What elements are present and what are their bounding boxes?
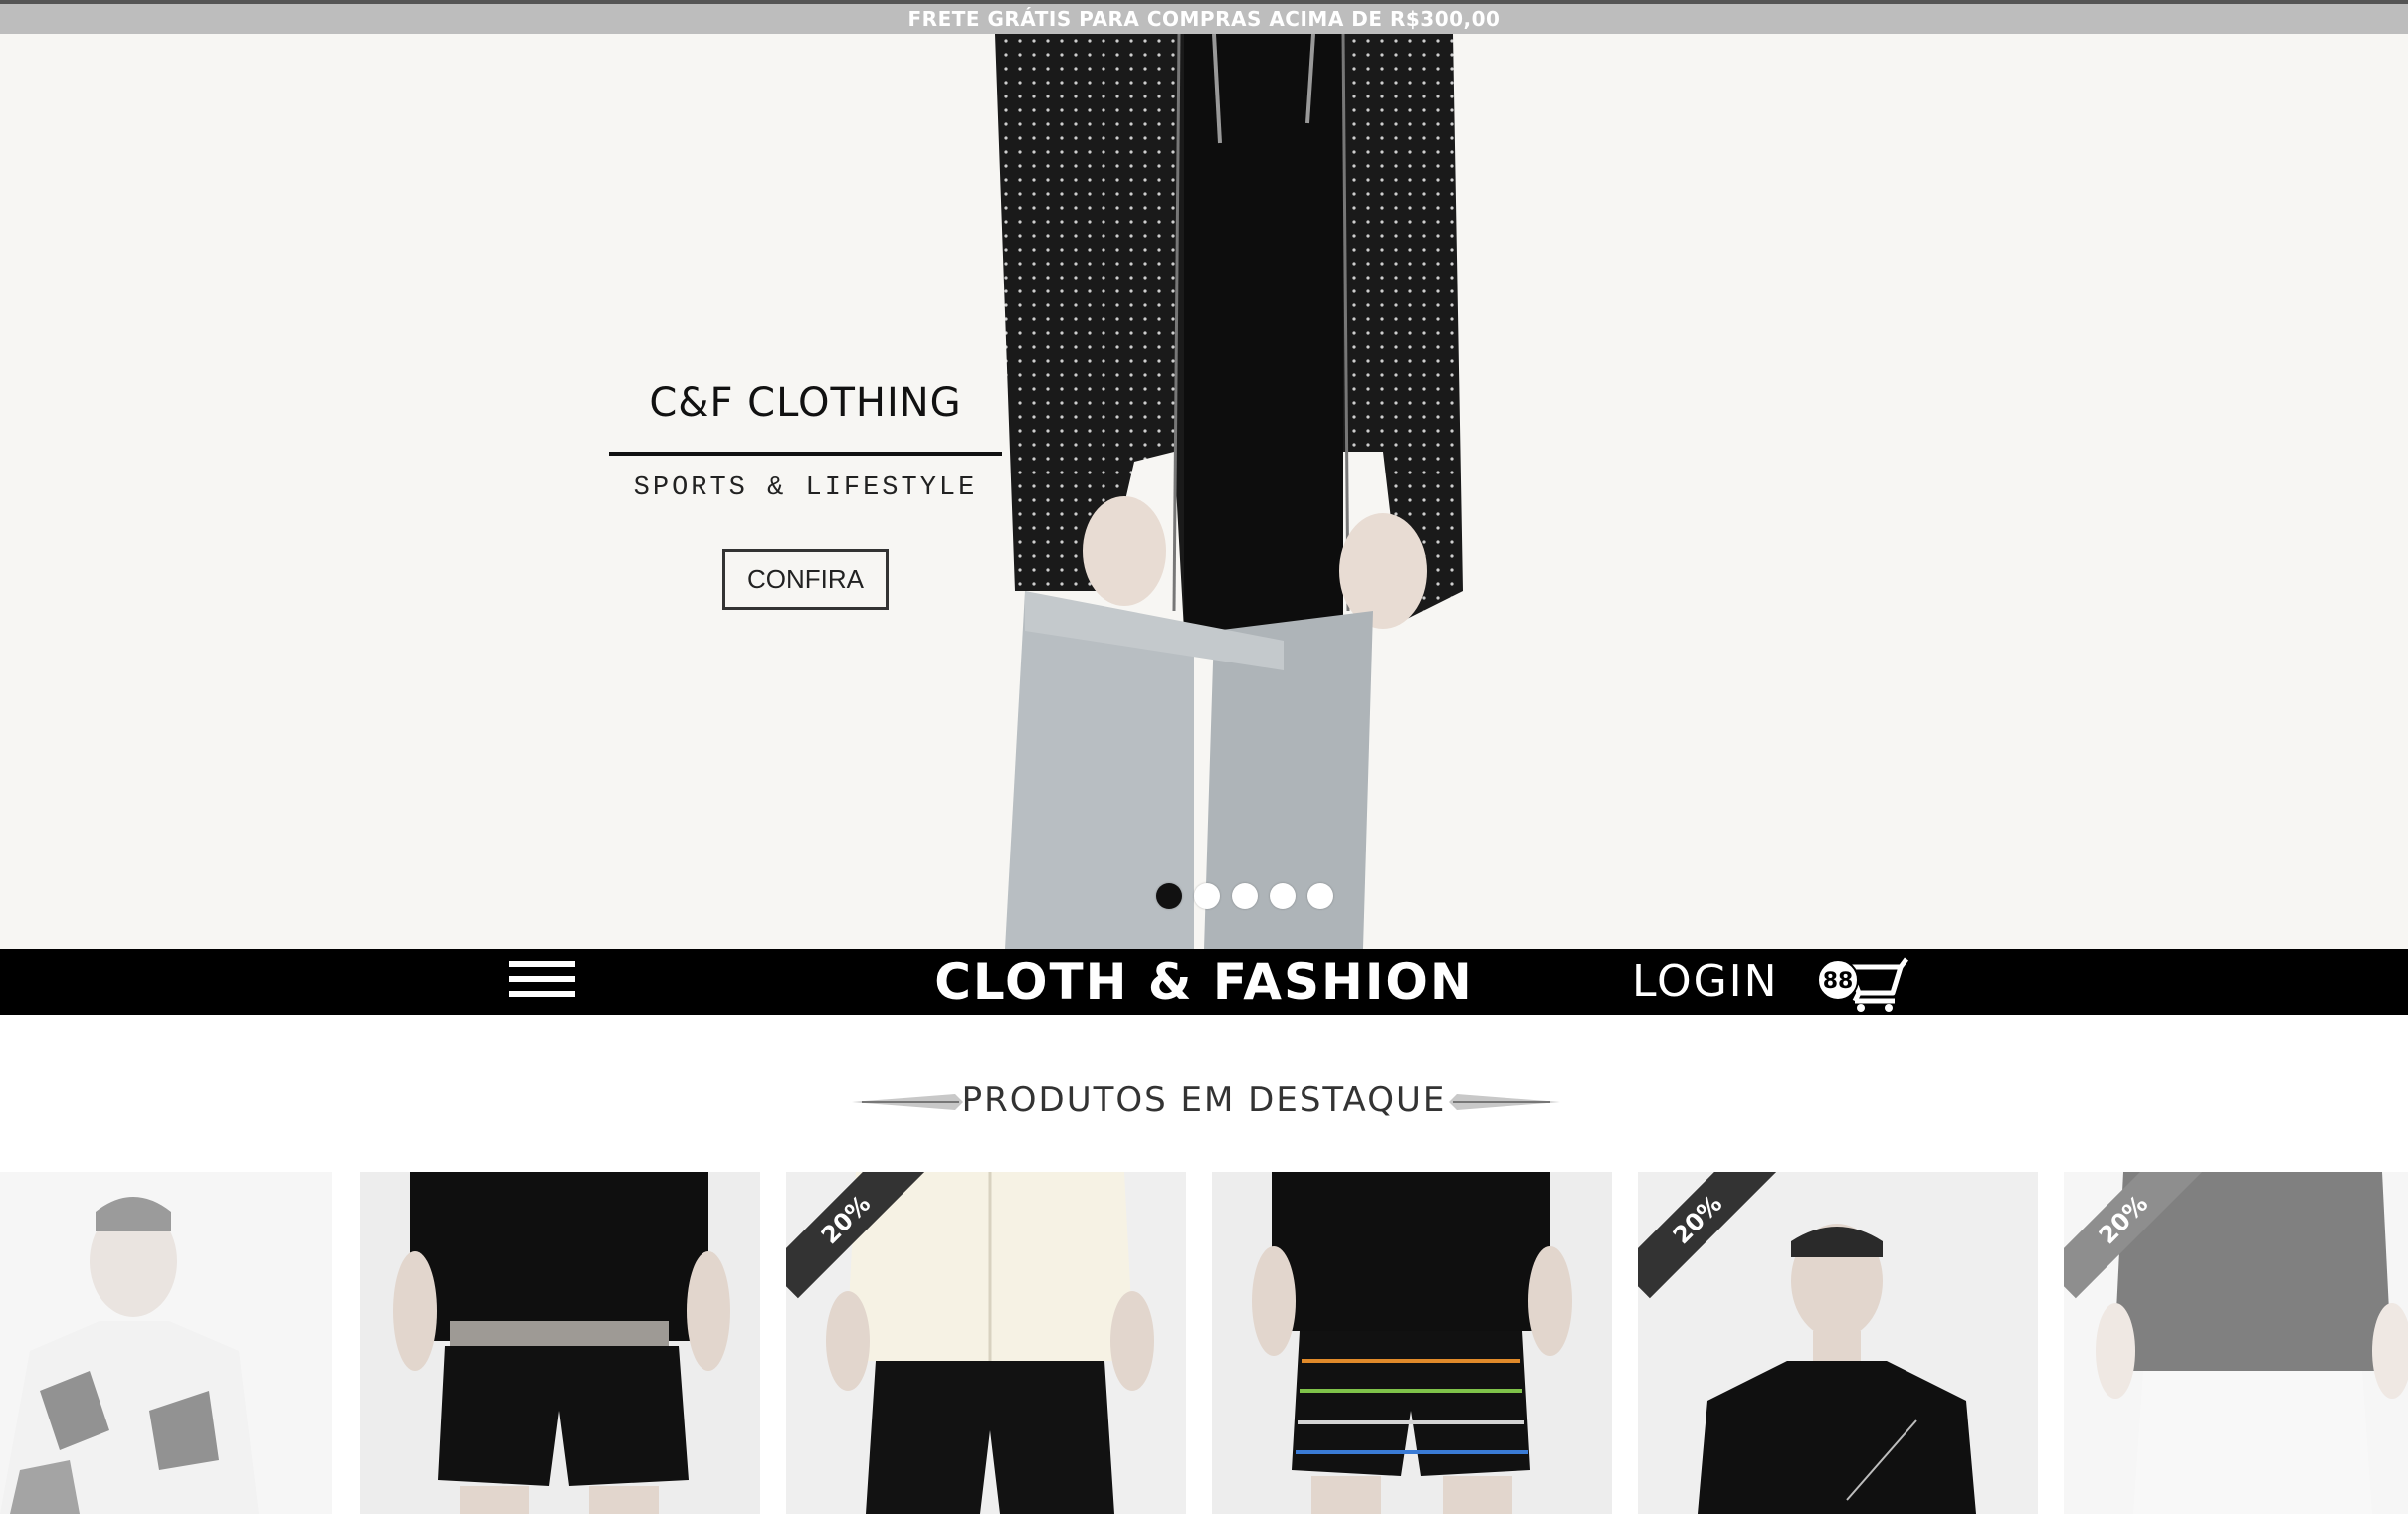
product-image (0, 1172, 332, 1514)
featured-title: PRODUTOS EM DESTAQUE (961, 1080, 1447, 1120)
featured-products: 20% 20% 20% (0, 1172, 2408, 1514)
carousel-dot-5[interactable] (1307, 883, 1333, 909)
hero-caption: C&F CLOTHING SPORTS & LIFESTYLE CONFIRA (609, 368, 1002, 610)
confira-button[interactable]: CONFIRA (722, 549, 889, 610)
product-card[interactable] (0, 1172, 332, 1514)
product-card[interactable]: 20% (2064, 1172, 2408, 1514)
featured-heading: PRODUTOS EM DESTAQUE (0, 1070, 2408, 1130)
product-image (360, 1172, 760, 1514)
product-card[interactable] (1212, 1172, 1612, 1514)
hero-title: C&F CLOTHING (649, 380, 962, 426)
carousel-dots (1156, 883, 1333, 913)
promo-text: FRETE GRÁTIS PARA COMPRAS ACIMA DE R$300… (907, 7, 1501, 31)
hero-subtitle: SPORTS & LIFESTYLE (633, 473, 978, 503)
carousel-dot-3[interactable] (1232, 883, 1258, 909)
brand-logo[interactable]: CLOTH & FASHION (934, 953, 1474, 1011)
product-card[interactable] (360, 1172, 760, 1514)
product-card[interactable]: 20% (1638, 1172, 2038, 1514)
product-image (1212, 1172, 1612, 1514)
shopping-cart-button[interactable]: 88 (1817, 957, 1908, 1012)
product-card[interactable]: 20% (786, 1172, 1186, 1514)
promo-bar: FRETE GRÁTIS PARA COMPRAS ACIMA DE R$300… (0, 0, 2408, 34)
carousel-dot-1[interactable] (1156, 883, 1182, 909)
hamburger-menu-icon[interactable] (509, 961, 575, 1005)
left-arrow-ornament-icon (852, 1094, 963, 1110)
cart-count-badge: 88 (1817, 959, 1859, 1001)
login-link[interactable]: LOGIN (1632, 949, 1779, 1015)
right-arrow-ornament-icon (1449, 1094, 1560, 1110)
main-navbar: CLOTH & FASHION LOGIN 88 (0, 949, 2408, 1015)
carousel-dot-2[interactable] (1194, 883, 1220, 909)
hero-model-image (995, 34, 1463, 949)
carousel-dot-4[interactable] (1270, 883, 1296, 909)
hero-divider (609, 452, 1002, 456)
hero-banner: C&F CLOTHING SPORTS & LIFESTYLE CONFIRA (0, 34, 2408, 949)
